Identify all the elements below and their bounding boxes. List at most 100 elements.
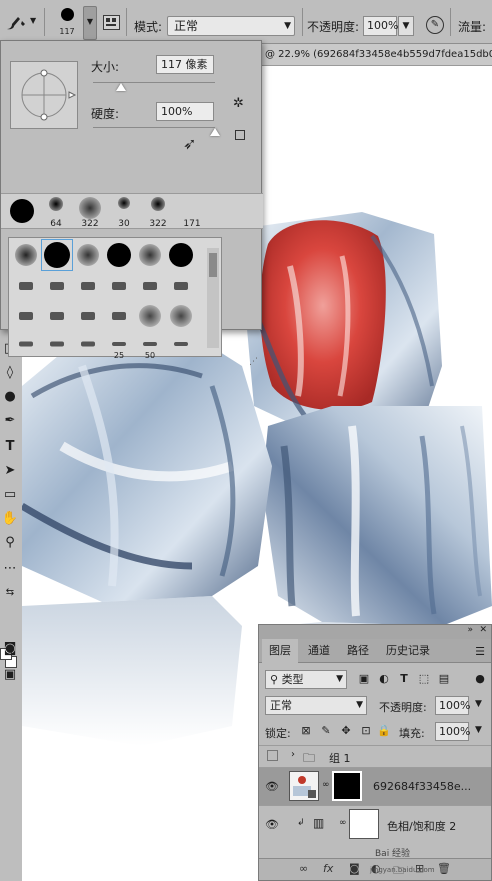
- brush-preset[interactable]: [73, 240, 103, 270]
- filter-shape-icon[interactable]: ⬚: [417, 672, 431, 686]
- more-tools-icon[interactable]: ⋯: [1, 560, 19, 578]
- filter-type-icon[interactable]: T: [397, 672, 411, 686]
- preset-grid-scrollbar[interactable]: [207, 248, 219, 348]
- adjustment-mask-thumbnail[interactable]: [349, 809, 379, 839]
- brush-preset[interactable]: [11, 301, 41, 331]
- eye-icon[interactable]: 👁: [265, 818, 279, 831]
- recent-brush[interactable]: 171: [175, 194, 209, 230]
- opacity-input[interactable]: 100%: [363, 16, 398, 36]
- tab-layers[interactable]: 图层: [262, 639, 298, 663]
- layer-row-smart-object[interactable]: 👁 ∞ 692684f33458e...: [259, 767, 491, 805]
- brush-preset[interactable]: [166, 329, 196, 359]
- recent-brush[interactable]: [5, 194, 39, 230]
- tab-channels[interactable]: 通道: [301, 639, 337, 663]
- collapse-icon[interactable]: »: [467, 625, 473, 635]
- brush-preset[interactable]: 25: [104, 329, 134, 360]
- brush-preset[interactable]: [135, 271, 165, 301]
- hand-tool-icon[interactable]: ✋: [1, 510, 19, 528]
- recent-brush[interactable]: 322: [141, 194, 175, 230]
- blend-mode-dropdown[interactable]: 正常 ▼: [265, 696, 367, 715]
- pen-tool-icon[interactable]: ✒: [1, 412, 19, 430]
- brush-preset[interactable]: [166, 301, 196, 331]
- brush-tool-icon[interactable]: [4, 12, 28, 32]
- brush-preset[interactable]: [73, 271, 103, 301]
- document-tab[interactable]: @ 22.9% (692684f33458e4b559d7fdea15db0a: [262, 44, 492, 66]
- brush-angle-preview[interactable]: [10, 61, 78, 129]
- brush-preset[interactable]: [42, 329, 72, 359]
- hardness-slider-thumb[interactable]: [210, 128, 220, 136]
- size-slider-track[interactable]: [93, 82, 215, 83]
- resize-grip-icon[interactable]: ⋰: [249, 357, 258, 367]
- dodge-tool-icon[interactable]: ●: [1, 388, 19, 406]
- brush-preset[interactable]: [73, 301, 103, 331]
- quick-mask-icon[interactable]: ◙: [1, 640, 19, 658]
- eye-icon[interactable]: 👁: [265, 780, 279, 793]
- brush-picker-toggle[interactable]: ▼: [83, 6, 97, 40]
- filter-pixel-icon[interactable]: ▣: [357, 672, 371, 686]
- size-slider-thumb[interactable]: [116, 83, 127, 91]
- brush-preset[interactable]: [11, 271, 41, 301]
- brush-preset-selected[interactable]: [41, 239, 73, 271]
- rectangle-tool-icon[interactable]: ▭: [1, 486, 19, 504]
- tab-paths[interactable]: 路径: [340, 639, 376, 663]
- zoom-tool-icon[interactable]: ⚲: [1, 534, 19, 552]
- filter-smart-object-icon[interactable]: ▤: [437, 672, 451, 686]
- filter-adjustment-icon[interactable]: ◐: [377, 672, 391, 686]
- lock-pixels-icon[interactable]: ✎: [319, 724, 333, 738]
- brush-preset-picker[interactable]: 117: [52, 6, 82, 40]
- layer-row-group[interactable]: › 🗀 组 1: [259, 745, 491, 767]
- brush-preset[interactable]: [135, 301, 165, 331]
- tab-history[interactable]: 历史记录: [379, 639, 437, 663]
- brush-preset[interactable]: 50: [135, 329, 165, 360]
- brush-preset[interactable]: [73, 329, 103, 359]
- screen-mode-icon[interactable]: ▣: [1, 666, 19, 684]
- brush-preset[interactable]: [42, 271, 72, 301]
- brush-preset[interactable]: [104, 301, 134, 331]
- brush-preset[interactable]: [135, 240, 165, 270]
- hardness-slider-track[interactable]: [93, 127, 215, 128]
- lock-position-icon[interactable]: ✥: [339, 724, 353, 738]
- brush-preset[interactable]: [11, 329, 41, 359]
- panel-menu-icon[interactable]: ☰: [475, 645, 485, 658]
- brush-panel-icon[interactable]: [103, 15, 120, 30]
- layer-opacity-input[interactable]: 100%: [435, 696, 470, 715]
- recent-brush[interactable]: 322: [73, 194, 107, 230]
- expand-arrow-icon[interactable]: ›: [291, 749, 295, 760]
- brush-preset[interactable]: [104, 271, 134, 301]
- opacity-dropdown-button[interactable]: ▼: [398, 16, 414, 36]
- tool-preset-arrow-icon[interactable]: ▼: [30, 16, 36, 25]
- brush-preset[interactable]: [166, 240, 196, 270]
- fill-input[interactable]: 100%: [435, 722, 470, 741]
- recent-brush[interactable]: 30: [107, 194, 141, 230]
- path-selection-icon[interactable]: ➤: [1, 462, 19, 480]
- lock-all-icon[interactable]: 🔒: [377, 724, 391, 738]
- hardness-input[interactable]: 100%: [156, 102, 214, 121]
- layer-row-adjustment[interactable]: 👁 ↲ ▥ ∞ 色相/饱和度 2: [259, 805, 491, 843]
- lock-artboard-icon[interactable]: ⊡: [359, 724, 373, 738]
- type-tool-icon[interactable]: T: [1, 438, 19, 456]
- gear-icon[interactable]: ✲: [233, 96, 244, 111]
- fx-icon[interactable]: fx: [323, 862, 333, 875]
- lock-transparent-icon[interactable]: ⊠: [299, 724, 313, 738]
- close-icon[interactable]: ✕: [479, 625, 487, 635]
- mode-dropdown[interactable]: 正常 ▼: [167, 16, 295, 36]
- pressure-opacity-icon[interactable]: ✎: [426, 16, 444, 34]
- chevron-down-icon[interactable]: ▼: [475, 725, 482, 735]
- chevron-down-icon[interactable]: ▼: [475, 699, 482, 709]
- link-layers-icon[interactable]: ∞: [299, 862, 308, 875]
- brush-preset[interactable]: [42, 301, 72, 331]
- add-mask-icon[interactable]: ◙: [349, 862, 360, 875]
- brush-preset[interactable]: [11, 240, 41, 270]
- trash-icon[interactable]: 🗑: [437, 862, 451, 875]
- filter-toggle-icon[interactable]: ●: [473, 672, 487, 686]
- swap-colors-icon[interactable]: ⇆: [1, 584, 19, 602]
- new-preset-icon[interactable]: [235, 130, 245, 140]
- recent-brush[interactable]: 64: [39, 194, 73, 230]
- size-input[interactable]: 117 像素: [156, 55, 214, 74]
- brush-preset[interactable]: [104, 240, 134, 270]
- layer-filter-dropdown[interactable]: ⚲ 类型 ▼: [265, 670, 347, 689]
- layer-mask-thumbnail[interactable]: [332, 771, 362, 801]
- link-icon[interactable]: ∞: [322, 780, 330, 790]
- visibility-toggle[interactable]: [267, 750, 278, 761]
- link-icon[interactable]: ∞: [339, 818, 347, 828]
